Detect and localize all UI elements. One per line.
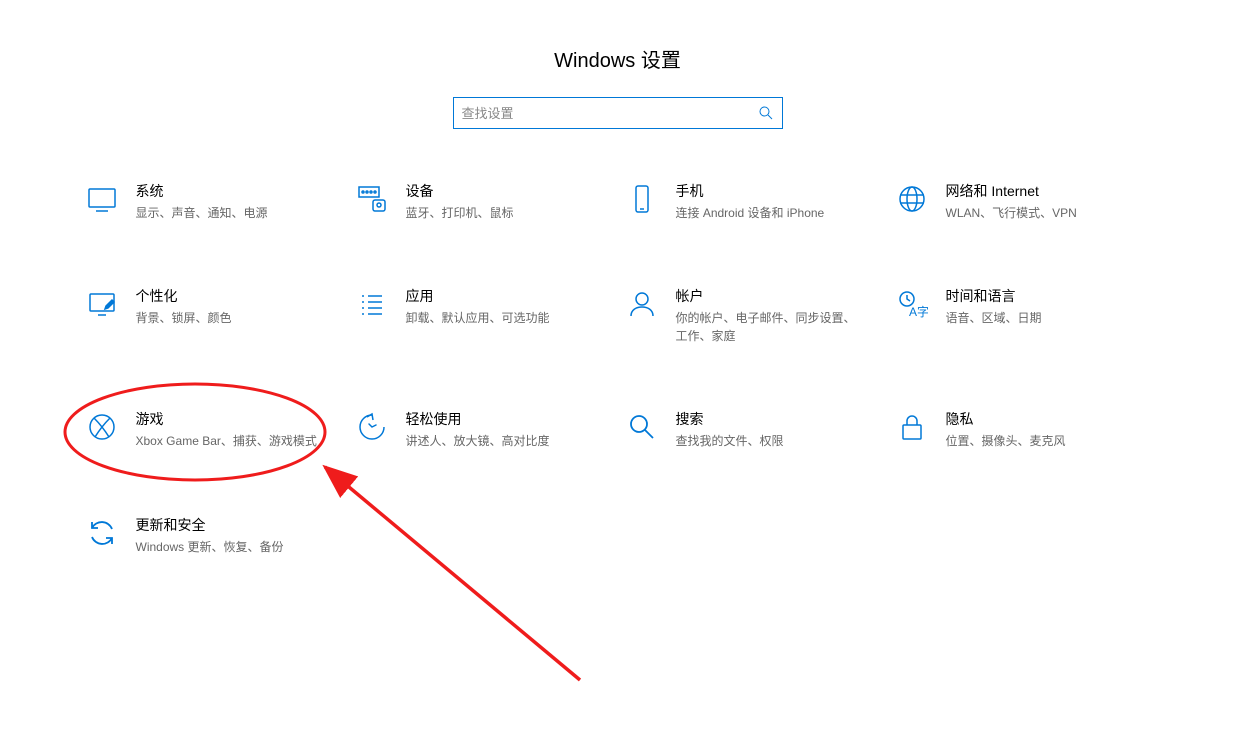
settings-grid: 系统 显示、声音、通知、电源 设备 蓝牙、打印机、鼠标 手机 连接 xyxy=(0,177,1235,560)
category-label: 应用 xyxy=(406,286,610,306)
category-label: 网络和 Internet xyxy=(946,181,1150,201)
category-network[interactable]: 网络和 Internet WLAN、飞行模式、VPN xyxy=(888,177,1158,226)
apps-icon xyxy=(356,288,388,320)
personalization-icon xyxy=(86,288,118,320)
xbox-icon xyxy=(86,411,118,443)
category-desc: 你的帐户、电子邮件、同步设置、工作、家庭 xyxy=(676,310,880,345)
category-label: 更新和安全 xyxy=(136,515,340,535)
category-search[interactable]: 搜索 查找我的文件、权限 xyxy=(618,405,888,454)
category-label: 设备 xyxy=(406,181,610,201)
category-desc: Windows 更新、恢复、备份 xyxy=(136,539,340,556)
category-accounts[interactable]: 帐户 你的帐户、电子邮件、同步设置、工作、家庭 xyxy=(618,282,888,349)
search-input[interactable] xyxy=(462,106,752,121)
accounts-icon xyxy=(626,288,658,320)
search-category-icon xyxy=(626,411,658,443)
category-apps[interactable]: 应用 卸载、默认应用、可选功能 xyxy=(348,282,618,349)
system-icon xyxy=(86,183,118,215)
category-label: 游戏 xyxy=(136,409,340,429)
category-time-language[interactable]: A字 时间和语言 语音、区域、日期 xyxy=(888,282,1158,349)
phone-icon xyxy=(626,183,658,215)
time-language-icon: A字 xyxy=(896,288,928,320)
search-box[interactable] xyxy=(453,97,783,129)
search-icon xyxy=(758,105,774,121)
ease-of-access-icon xyxy=(356,411,388,443)
category-personalization[interactable]: 个性化 背景、锁屏、颜色 xyxy=(78,282,348,349)
category-label: 手机 xyxy=(676,181,880,201)
lock-icon xyxy=(896,411,928,443)
category-desc: Xbox Game Bar、捕获、游戏模式 xyxy=(136,433,340,450)
category-desc: 卸载、默认应用、可选功能 xyxy=(406,310,610,327)
category-desc: 显示、声音、通知、电源 xyxy=(136,205,340,222)
category-privacy[interactable]: 隐私 位置、摄像头、麦克风 xyxy=(888,405,1158,454)
category-desc: 背景、锁屏、颜色 xyxy=(136,310,340,327)
category-ease-of-access[interactable]: 轻松使用 讲述人、放大镜、高对比度 xyxy=(348,405,618,454)
category-label: 系统 xyxy=(136,181,340,201)
category-desc: WLAN、飞行模式、VPN xyxy=(946,205,1150,222)
category-desc: 连接 Android 设备和 iPhone xyxy=(676,205,880,222)
category-desc: 讲述人、放大镜、高对比度 xyxy=(406,433,610,450)
svg-text:A字: A字 xyxy=(909,304,928,319)
category-label: 帐户 xyxy=(676,286,880,306)
category-label: 轻松使用 xyxy=(406,409,610,429)
category-phone[interactable]: 手机 连接 Android 设备和 iPhone xyxy=(618,177,888,226)
devices-icon xyxy=(356,183,388,215)
category-devices[interactable]: 设备 蓝牙、打印机、鼠标 xyxy=(348,177,618,226)
category-desc: 位置、摄像头、麦克风 xyxy=(946,433,1150,450)
category-label: 时间和语言 xyxy=(946,286,1150,306)
category-desc: 蓝牙、打印机、鼠标 xyxy=(406,205,610,222)
update-icon xyxy=(86,517,118,549)
category-label: 隐私 xyxy=(946,409,1150,429)
category-desc: 语音、区域、日期 xyxy=(946,310,1150,327)
category-label: 搜索 xyxy=(676,409,880,429)
category-system[interactable]: 系统 显示、声音、通知、电源 xyxy=(78,177,348,226)
page-title: Windows 设置 xyxy=(0,0,1235,97)
category-desc: 查找我的文件、权限 xyxy=(676,433,880,450)
globe-icon xyxy=(896,183,928,215)
category-gaming[interactable]: 游戏 Xbox Game Bar、捕获、游戏模式 xyxy=(78,405,348,454)
category-label: 个性化 xyxy=(136,286,340,306)
category-update-security[interactable]: 更新和安全 Windows 更新、恢复、备份 xyxy=(78,511,348,560)
